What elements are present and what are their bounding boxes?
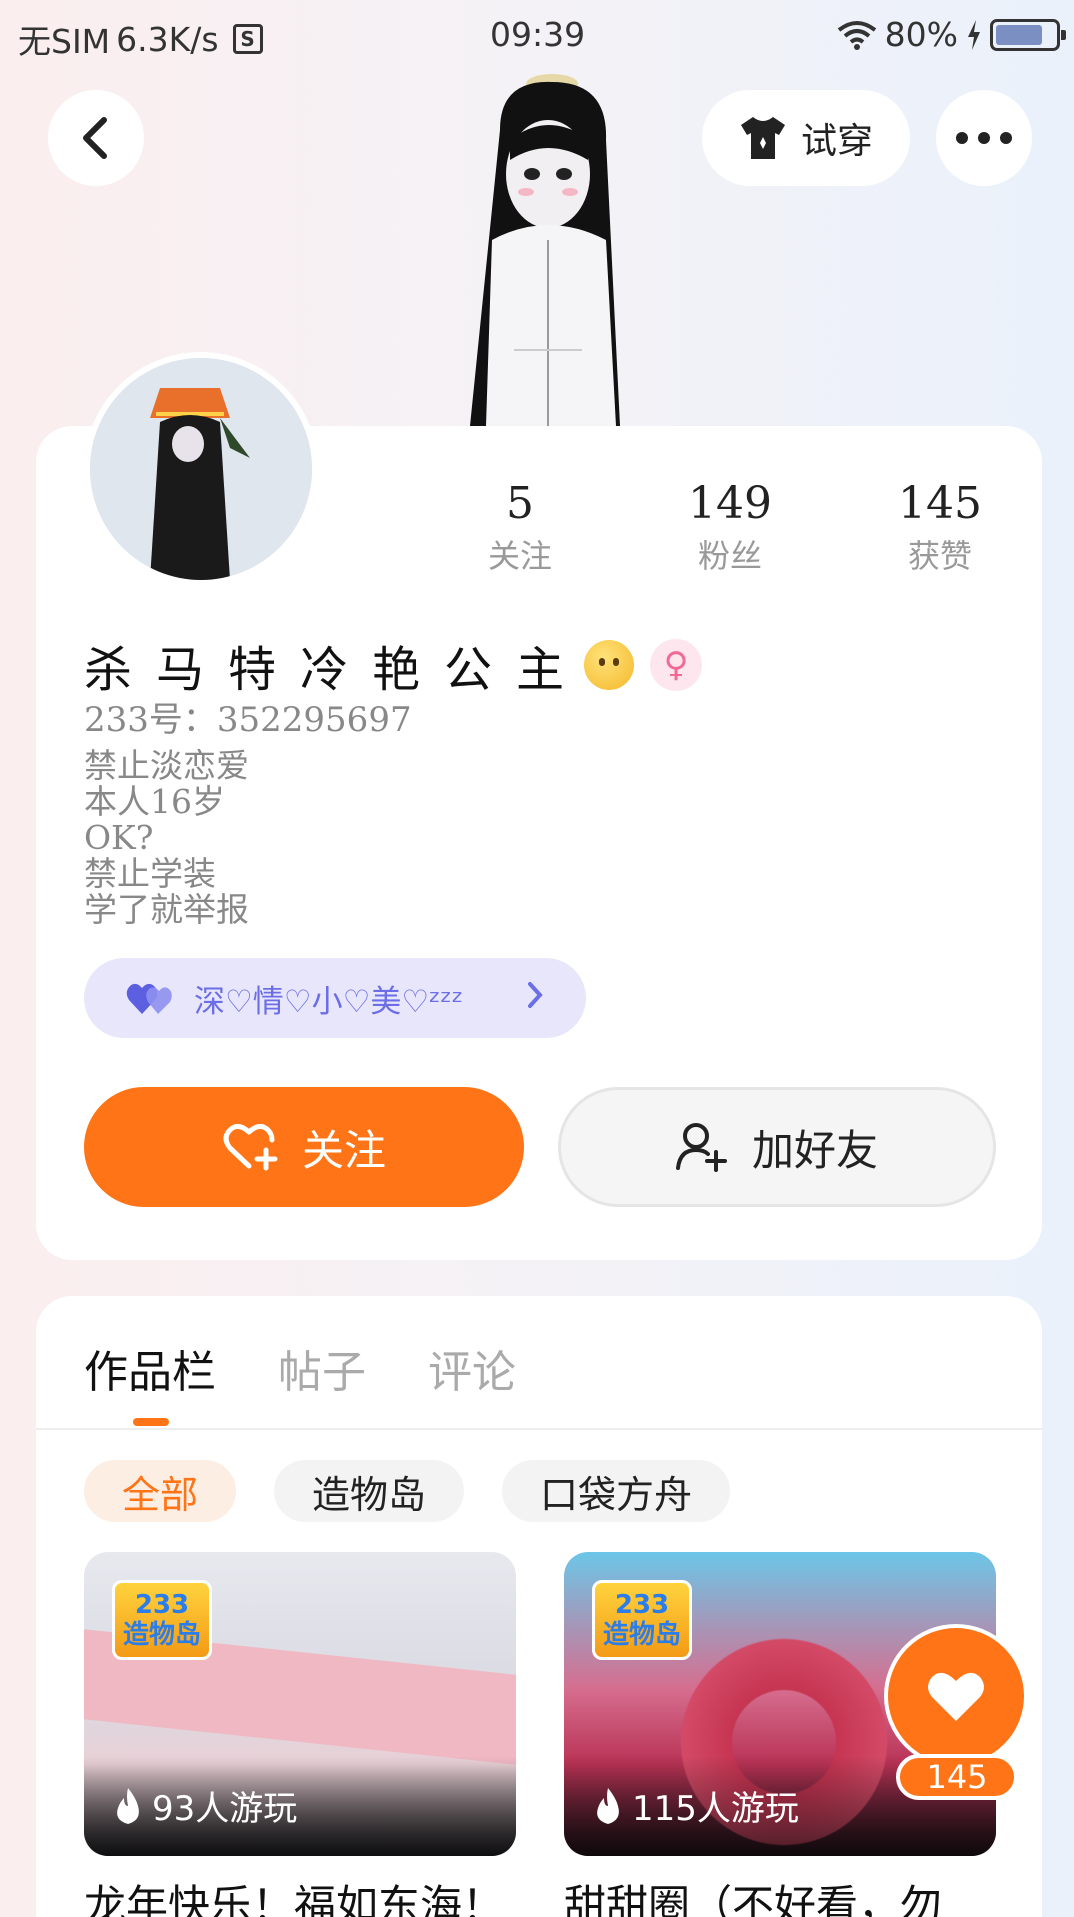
game-title[interactable]: 甜甜圈（不好看，勿 <box>564 1872 942 1917</box>
filter-zaowudao[interactable]: 造物岛 <box>274 1460 465 1522</box>
wifi-icon <box>837 20 876 50</box>
emoji-icon <box>584 640 635 690</box>
network-speed: 6.3K/s <box>116 19 219 59</box>
heart-plus-icon <box>223 1124 278 1171</box>
user-id: 233号：352295697 <box>84 700 412 740</box>
content-tabs: 作品栏 帖子 评论 <box>84 1336 516 1400</box>
female-gender-icon: ♀ <box>650 639 703 691</box>
tab-posts[interactable]: 帖子 <box>278 1336 366 1400</box>
relationship-tag[interactable]: 深♡情♡小♡美♡ᶻᶻᶻ <box>84 958 586 1038</box>
status-bar: 无SIM 6.3K/s S 09:39 80% <box>0 0 1074 70</box>
stat-following[interactable]: 5 关注 <box>440 478 600 577</box>
add-friend-label: 加好友 <box>751 1125 878 1175</box>
bio-line: 本人16岁 <box>84 782 225 821</box>
character-figure <box>470 74 620 426</box>
bio: 禁止淡恋爱 本人16岁 OK? 禁止学装 学了就举报 <box>84 748 249 928</box>
follow-button[interactable]: 关注 <box>84 1087 524 1207</box>
status-time: 09:39 <box>490 15 586 54</box>
stat-number: 145 <box>898 478 982 529</box>
game-plays: 115人游玩 <box>594 1781 799 1830</box>
filter-all[interactable]: 全部 <box>84 1460 237 1522</box>
status-left: 无SIM 6.3K/s S <box>18 15 263 63</box>
fire-icon <box>597 1787 619 1824</box>
logo-text: 造物岛 <box>602 1620 681 1650</box>
s-badge-icon: S <box>232 24 263 54</box>
stats-row: 5 关注 149 粉丝 145 获赞 <box>440 478 1020 577</box>
tab-indicator <box>133 1418 169 1426</box>
stat-label: 粉丝 <box>697 537 762 575</box>
stat-label: 获赞 <box>907 537 972 575</box>
chevron-right-icon <box>528 982 543 1008</box>
tryon-button[interactable]: 试穿 <box>702 90 910 186</box>
filter-chips: 全部 造物岛 口袋方舟 <box>84 1460 731 1522</box>
bio-line: 禁止学装 <box>84 854 216 893</box>
avatar-image <box>90 358 312 580</box>
follow-label: 关注 <box>301 1125 386 1175</box>
tab-comments[interactable]: 评论 <box>428 1336 516 1400</box>
logo-number: 233 <box>614 1590 670 1620</box>
double-heart-icon <box>126 983 172 1014</box>
bio-line: OK? <box>84 818 154 857</box>
like-button[interactable] <box>884 1624 1028 1768</box>
more-button[interactable] <box>936 90 1032 186</box>
add-friend-button[interactable]: 加好友 <box>558 1087 996 1207</box>
stat-likes[interactable]: 145 获赞 <box>860 478 1020 577</box>
bio-line: 禁止淡恋爱 <box>84 746 249 785</box>
plays-count: 93人游玩 <box>152 1789 298 1829</box>
heart-icon <box>928 1672 984 1721</box>
back-button[interactable] <box>48 90 144 186</box>
logo-number: 233 <box>134 1590 190 1620</box>
game-logo: 233 造物岛 <box>112 1580 212 1660</box>
battery-percent: 80% <box>884 15 958 54</box>
tag-text: 深♡情♡小♡美♡ᶻᶻᶻ <box>194 983 464 1020</box>
chevron-left-icon <box>83 117 107 159</box>
tryon-label: 试穿 <box>800 121 873 162</box>
charging-icon <box>968 19 980 50</box>
tab-works[interactable]: 作品栏 <box>84 1336 216 1400</box>
logo-text: 造物岛 <box>122 1620 201 1650</box>
fire-icon <box>117 1787 139 1824</box>
plays-count: 115人游玩 <box>632 1789 799 1829</box>
bio-line: 学了就举报 <box>84 890 249 929</box>
game-title[interactable]: 龙年快乐！福如东海！ <box>84 1872 504 1917</box>
filter-koudai-fangzhou[interactable]: 口袋方舟 <box>502 1460 731 1522</box>
tabs-divider <box>36 1428 1042 1430</box>
stat-number: 149 <box>688 478 772 529</box>
stat-fans[interactable]: 149 粉丝 <box>650 478 810 577</box>
user-name: 杀马特冷艳公主 <box>84 642 589 698</box>
status-right: 80% <box>837 15 1066 54</box>
game-plays: 93人游玩 <box>114 1781 297 1830</box>
more-dots-icon <box>956 132 1012 144</box>
stat-label: 关注 <box>487 537 552 575</box>
add-user-icon <box>675 1123 727 1172</box>
avatar[interactable] <box>84 352 318 586</box>
tshirt-icon <box>740 117 785 159</box>
name-row: 杀马特冷艳公主 ♀ <box>84 630 703 700</box>
battery-icon <box>990 18 1066 51</box>
carrier-text: 无SIM <box>18 22 111 61</box>
game-logo: 233 造物岛 <box>592 1580 692 1660</box>
like-count-badge: 145 <box>896 1754 1018 1800</box>
stat-number: 5 <box>506 478 534 529</box>
game-card[interactable]: 233 造物岛 93人游玩 <box>84 1552 516 1856</box>
